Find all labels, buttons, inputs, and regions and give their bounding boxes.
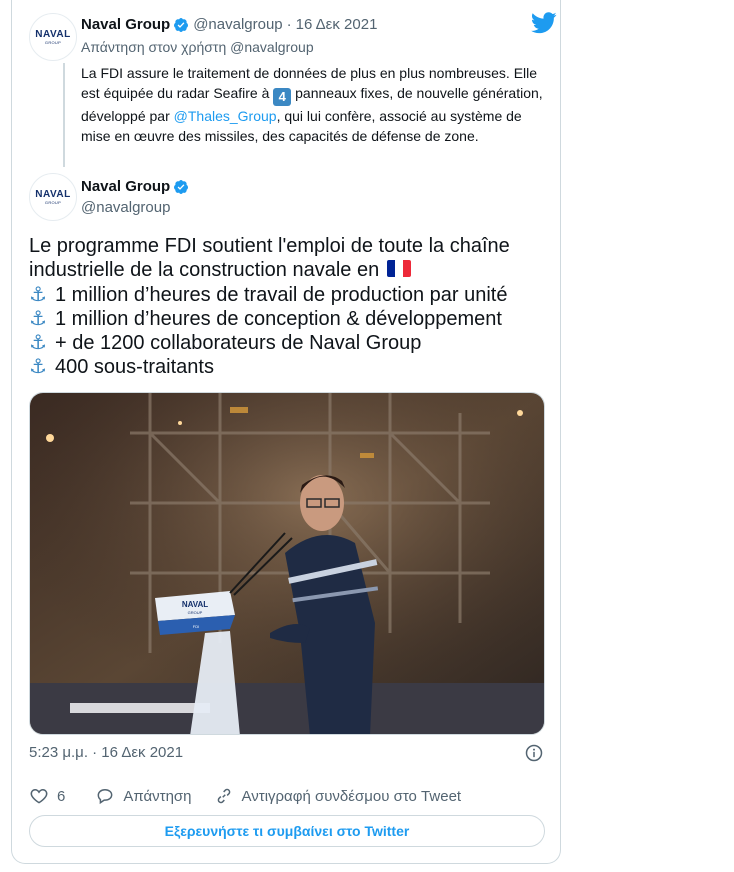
parent-date[interactable]: 16 Δεκ 2021: [296, 16, 378, 33]
thread-connector-line: [63, 63, 65, 167]
main-avatar[interactable]: NAVAL GROUP: [29, 173, 77, 221]
main-author-row: Naval Group: [81, 178, 193, 195]
reply-label: Απάντηση: [123, 787, 192, 805]
anchor-icon: ⚓: [29, 356, 47, 379]
avatar-logo-word: NAVAL: [35, 28, 71, 40]
bullet-text: 1 million d’heures de conception & dével…: [55, 307, 502, 330]
copy-link-button[interactable]: Αντιγραφή συνδέσμου στο Tweet: [214, 786, 462, 806]
like-button[interactable]: 6: [29, 786, 65, 806]
bullet-line: ⚓ + de 1200 collaborateurs de Naval Group: [29, 331, 549, 355]
avatar-logo-sub: GROUP: [44, 199, 62, 205]
verified-badge-icon: [174, 179, 189, 194]
bullet-line: ⚓ 400 sous-traitants: [29, 355, 549, 379]
separator-dot: ·: [286, 16, 292, 33]
parent-author-handle[interactable]: @navalgroup: [193, 16, 282, 33]
main-text-line2-text: industrielle de la construction navale e…: [29, 259, 385, 282]
tweet-actions: 6 Απάντηση Αντιγραφή συνδέσμου στο Tweet: [29, 786, 483, 806]
anchor-icon: ⚓: [29, 332, 47, 355]
explore-twitter-button[interactable]: Εξερευνήστε τι συμβαίνει στο Twitter: [29, 815, 545, 847]
flag-stripe-blue: [386, 260, 395, 278]
parent-avatar[interactable]: NAVAL GROUP: [29, 13, 77, 61]
link-icon: [217, 788, 230, 804]
bullet-text: 1 million d’heures de travail de product…: [55, 283, 508, 306]
flag-stripe-white: [394, 260, 403, 278]
photo-scene: NAVAL GROUP FDI: [30, 393, 544, 734]
parent-author-row: Naval Group @navalgroup · 16 Δεκ 2021: [81, 16, 377, 33]
france-flag-icon: [386, 260, 411, 278]
tweet-embed-card: NAVAL GROUP Naval Group @navalgroup · 16…: [11, 0, 561, 864]
lectern-logo-sub: GROUP: [188, 610, 203, 615]
thales-mention-link[interactable]: @Thales_Group: [174, 108, 277, 124]
main-author-name[interactable]: Naval Group: [81, 178, 170, 195]
lectern-logo-word: NAVAL: [182, 600, 208, 609]
parent-tweet-text: La FDI assure le traitement de données d…: [81, 63, 551, 146]
main-tweet-text: Le programme FDI soutient l'emploi de to…: [29, 234, 549, 380]
anchor-icon: ⚓: [29, 283, 47, 306]
bullet-line: ⚓ 1 million d’heures de conception & déve…: [29, 307, 549, 331]
reply-to-label: Απάντηση στον χρήστη @navalgroup: [81, 39, 314, 55]
reply-bubble-icon: [97, 788, 113, 805]
keycap-number: 4: [273, 88, 292, 106]
flag-stripe-red: [402, 260, 411, 278]
bullet-text: + de 1200 collaborateurs de Naval Group: [55, 332, 422, 355]
avatar-logo-word: NAVAL: [35, 188, 71, 200]
avatar-logo-sub: GROUP: [44, 39, 62, 45]
main-text-line2: industrielle de la construction navale e…: [29, 258, 549, 282]
lectern-caption: FDI: [193, 624, 199, 629]
bullet-text: 400 sous-traitants: [55, 356, 214, 379]
like-count: 6: [57, 787, 66, 805]
main-text-line1: Le programme FDI soutient l'emploi de to…: [29, 235, 510, 257]
parent-author-name[interactable]: Naval Group: [81, 16, 170, 33]
main-author-handle[interactable]: @navalgroup: [81, 199, 170, 216]
verified-badge-icon: [174, 17, 189, 32]
heart-icon: [30, 788, 48, 804]
twitter-bird-icon[interactable]: [531, 12, 557, 34]
bullet-line: ⚓ 1 million d’heures de travail de produc…: [29, 283, 549, 307]
info-icon[interactable]: [525, 744, 543, 762]
timestamp-row: 5:23 μ.μ. · 16 Δεκ 2021: [29, 744, 545, 764]
tweet-timestamp[interactable]: 5:23 μ.μ. · 16 Δεκ 2021: [29, 744, 183, 761]
copy-link-label: Αντιγραφή συνδέσμου στο Tweet: [241, 787, 462, 805]
reply-button[interactable]: Απάντηση: [95, 786, 192, 806]
anchor-icon: ⚓: [29, 307, 47, 330]
tweet-photo[interactable]: NAVAL GROUP FDI: [29, 392, 545, 735]
